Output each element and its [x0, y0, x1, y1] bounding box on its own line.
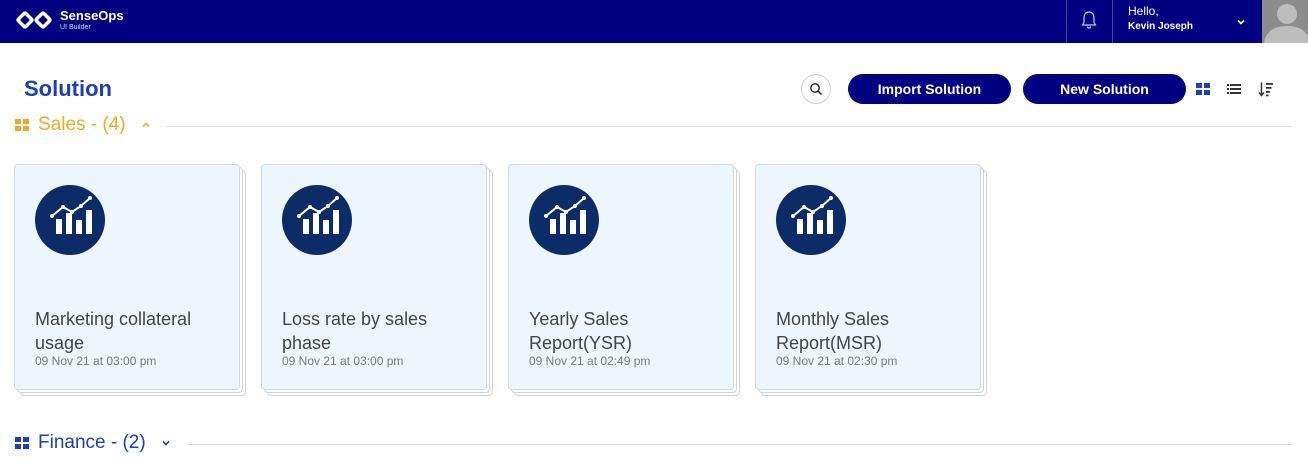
chevron-up-icon[interactable] [140, 119, 152, 131]
import-solution-button[interactable]: Import Solution [848, 74, 1011, 104]
user-name: Kevin Joseph [1128, 21, 1194, 32]
card-date: 09 Nov 21 at 02:30 pm [776, 354, 898, 368]
nav-divider [1066, 0, 1067, 43]
new-solution-button[interactable]: New Solution [1023, 74, 1186, 104]
card-date: 09 Nov 21 at 03:00 pm [35, 354, 157, 368]
solution-card[interactable]: Loss rate by sales phase 09 Nov 21 at 03… [261, 164, 495, 398]
bar-chart-trend-icon [776, 185, 846, 255]
bar-chart-trend-icon [529, 185, 599, 255]
senseops-logo-icon [16, 11, 52, 29]
card-body: Yearly Sales Report(YSR) 09 Nov 21 at 02… [508, 164, 734, 390]
user-menu[interactable]: Hello, Kevin Joseph [1128, 4, 1193, 34]
user-greeting: Hello, [1128, 4, 1159, 18]
notification-bell-icon[interactable] [1080, 10, 1098, 30]
solution-card[interactable]: Marketing collateral usage 09 Nov 21 at … [14, 164, 248, 398]
grid-view-icon[interactable] [1195, 81, 1211, 97]
chevron-down-icon[interactable] [1236, 17, 1246, 27]
avatar[interactable] [1262, 0, 1308, 43]
chevron-down-icon[interactable] [160, 437, 172, 449]
user-avatar-icon [1262, 0, 1308, 43]
search-icon [810, 83, 823, 96]
brand-name: SenseOps [60, 8, 124, 23]
section-title: Sales - (4) [38, 114, 126, 135]
card-title: Monthly Sales Report(MSR) [776, 309, 890, 353]
card-date: 09 Nov 21 at 03:00 pm [282, 354, 404, 368]
card-date: 09 Nov 21 at 02:49 pm [529, 354, 651, 368]
section-title: Finance - (2) [38, 432, 146, 453]
section-divider [166, 126, 1292, 127]
grid-icon [15, 437, 29, 449]
bar-chart-trend-icon [282, 185, 352, 255]
search-button[interactable] [801, 74, 831, 104]
brand[interactable]: SenseOps UI Builder [16, 8, 124, 32]
solution-card[interactable]: Yearly Sales Report(YSR) 09 Nov 21 at 02… [508, 164, 742, 398]
list-view-icon[interactable] [1226, 81, 1242, 97]
top-nav-bar: SenseOps UI Builder Hello, Kevin Joseph [0, 0, 1308, 43]
grid-icon [15, 119, 29, 131]
solution-card[interactable]: Monthly Sales Report(MSR) 09 Nov 21 at 0… [755, 164, 989, 398]
card-body: Marketing collateral usage 09 Nov 21 at … [14, 164, 240, 390]
sort-icon[interactable] [1258, 81, 1274, 97]
section-header-finance[interactable]: Finance - (2) [14, 432, 172, 454]
card-title: Marketing collateral usage [35, 309, 192, 353]
section-divider [188, 444, 1292, 445]
brand-subtitle: UI Builder [60, 24, 91, 31]
card-body: Monthly Sales Report(MSR) 09 Nov 21 at 0… [755, 164, 981, 390]
page-title: Solution [24, 76, 112, 101]
card-title: Loss rate by sales phase [282, 309, 428, 353]
section-header-sales[interactable]: Sales - (4) [14, 114, 152, 136]
nav-divider [1112, 0, 1113, 43]
card-body: Loss rate by sales phase 09 Nov 21 at 03… [261, 164, 487, 390]
bar-chart-trend-icon [35, 185, 105, 255]
card-title: Yearly Sales Report(YSR) [529, 309, 633, 353]
